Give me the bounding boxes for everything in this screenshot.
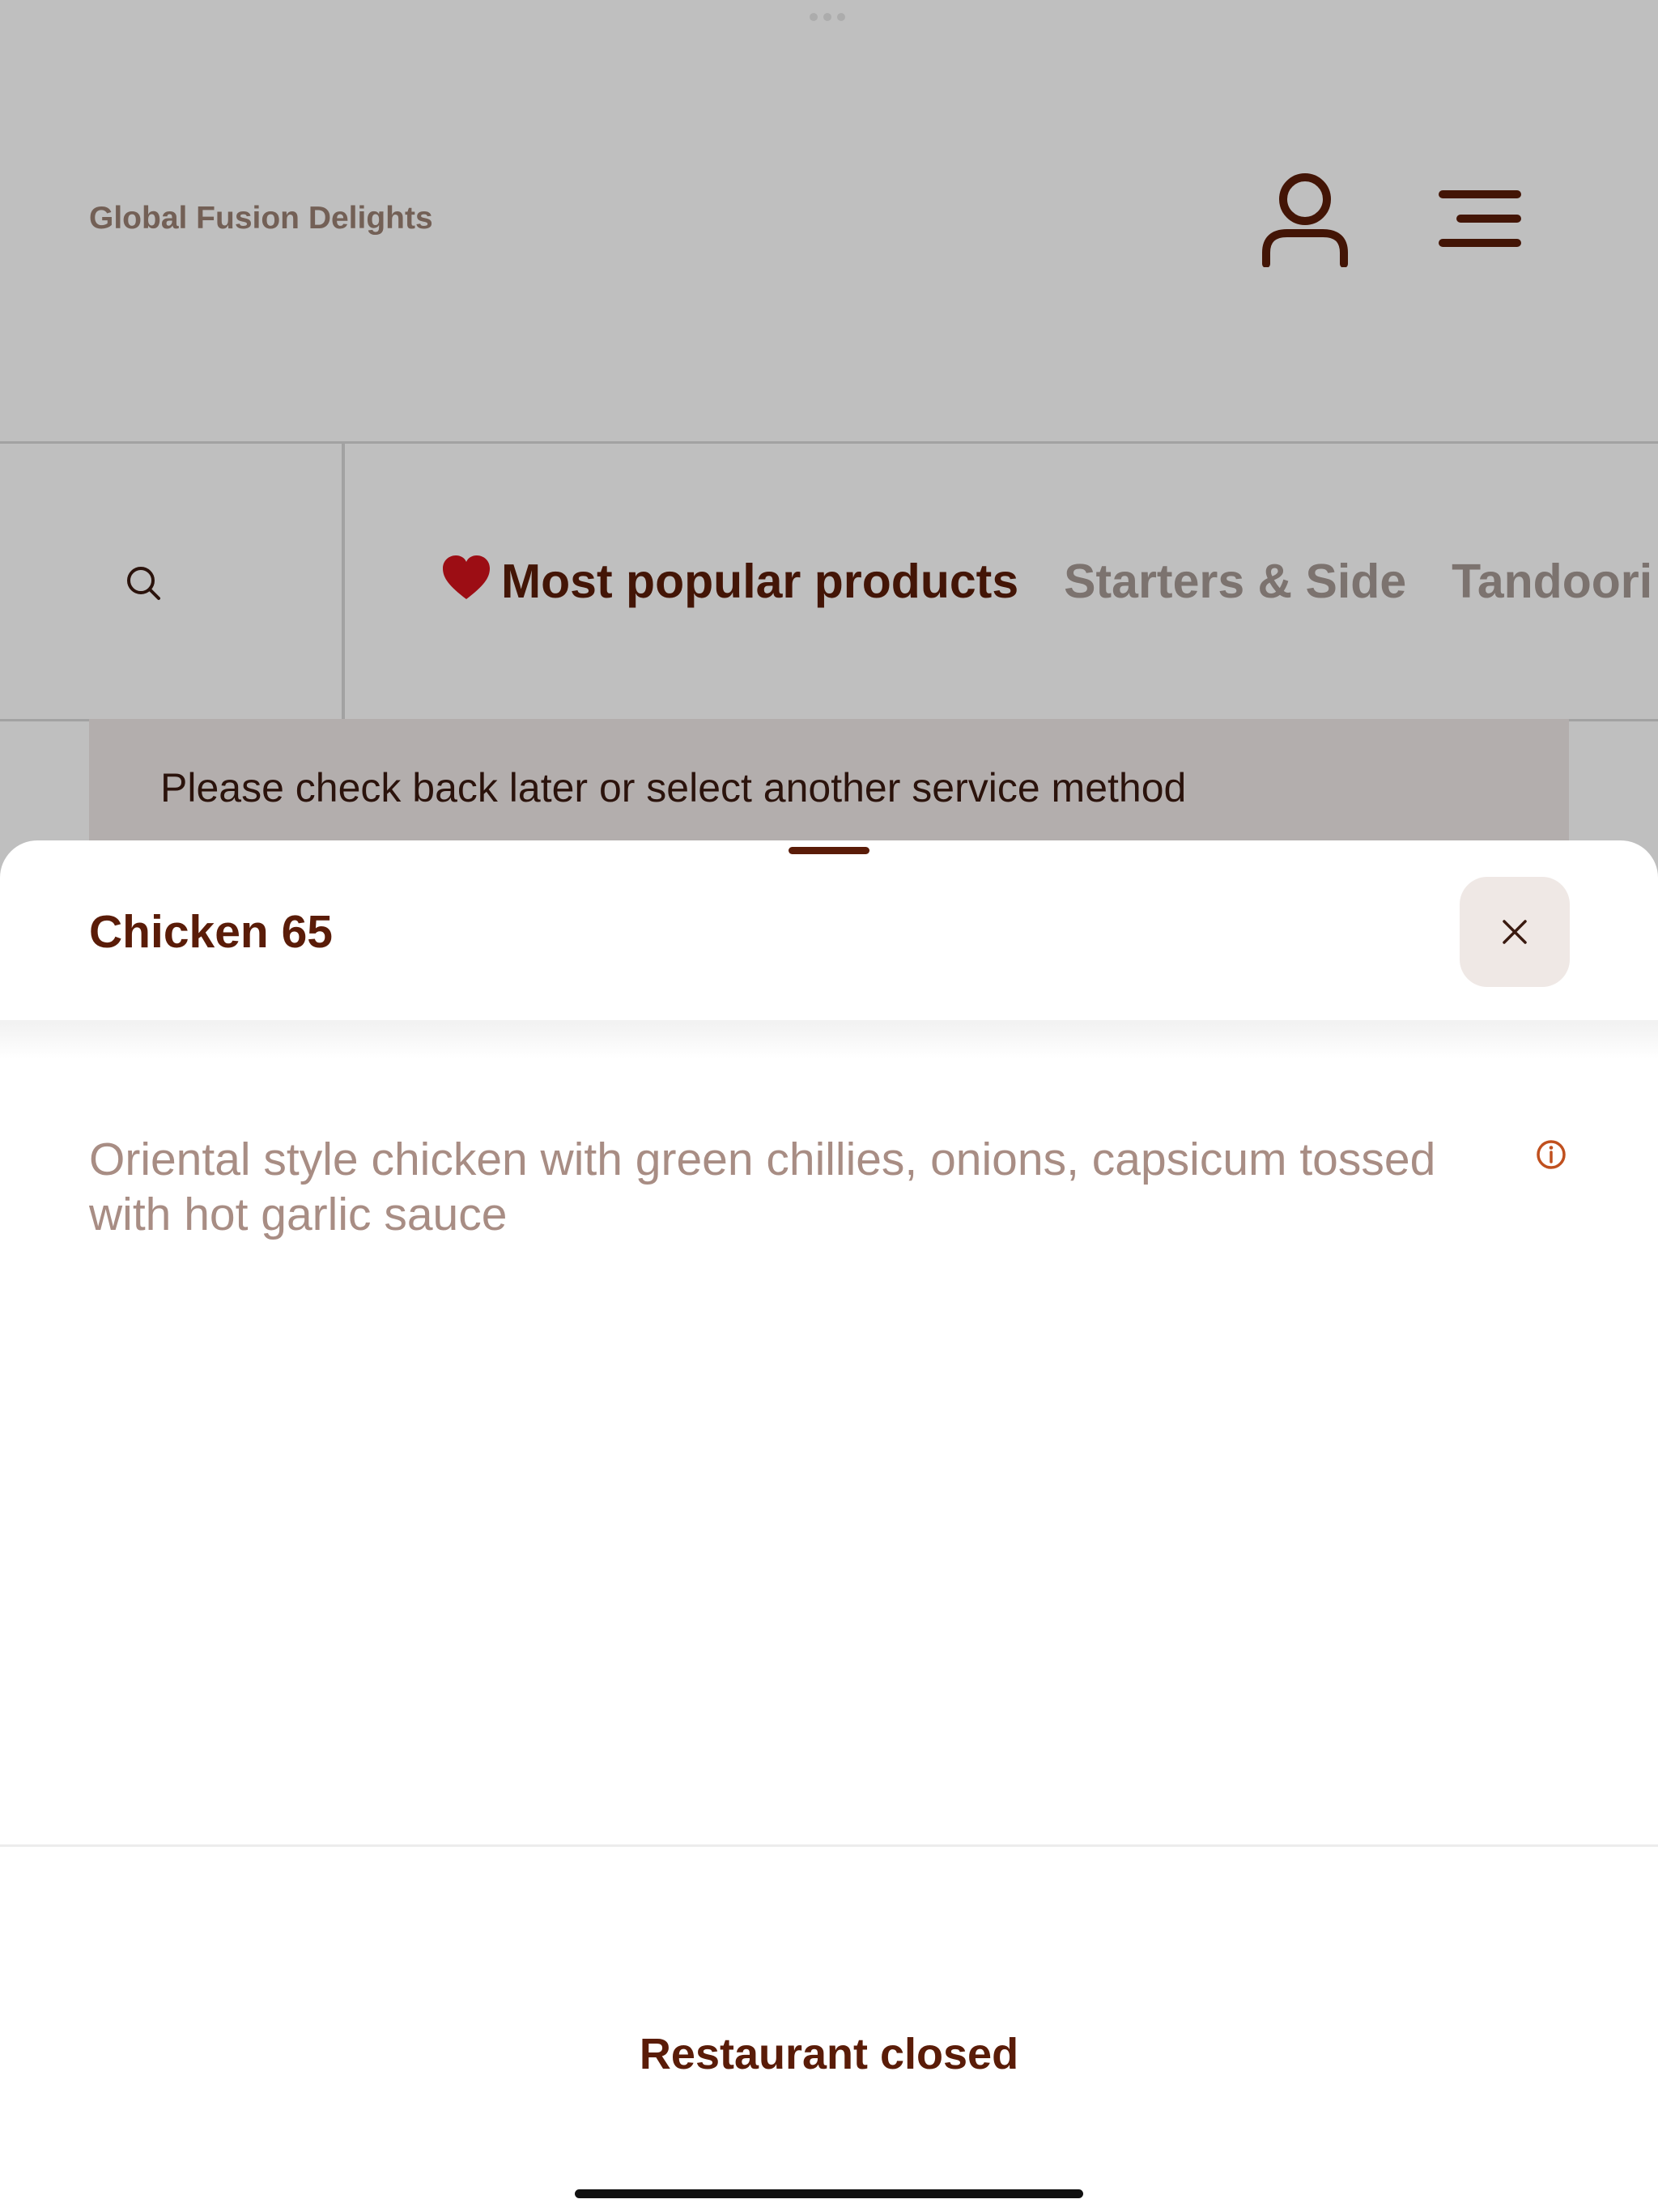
footer-divider	[0, 1844, 1658, 1847]
info-icon[interactable]	[1535, 1138, 1567, 1171]
close-icon	[1503, 920, 1527, 944]
close-button[interactable]	[1460, 877, 1570, 987]
header-divider-shadow	[0, 1020, 1658, 1059]
product-description: Oriental style chicken with green chilli…	[89, 1134, 1436, 1240]
page: Global Fusion Delights Most popular prod…	[0, 0, 1658, 2212]
product-bottom-sheet: Chicken 65 Oriental style chicken with g…	[0, 840, 1658, 2212]
sheet-drag-handle[interactable]	[789, 847, 869, 854]
product-title: Chicken 65	[89, 906, 333, 958]
restaurant-closed-status: Restaurant closed	[639, 2030, 1019, 2078]
home-indicator[interactable]	[575, 2189, 1083, 2198]
